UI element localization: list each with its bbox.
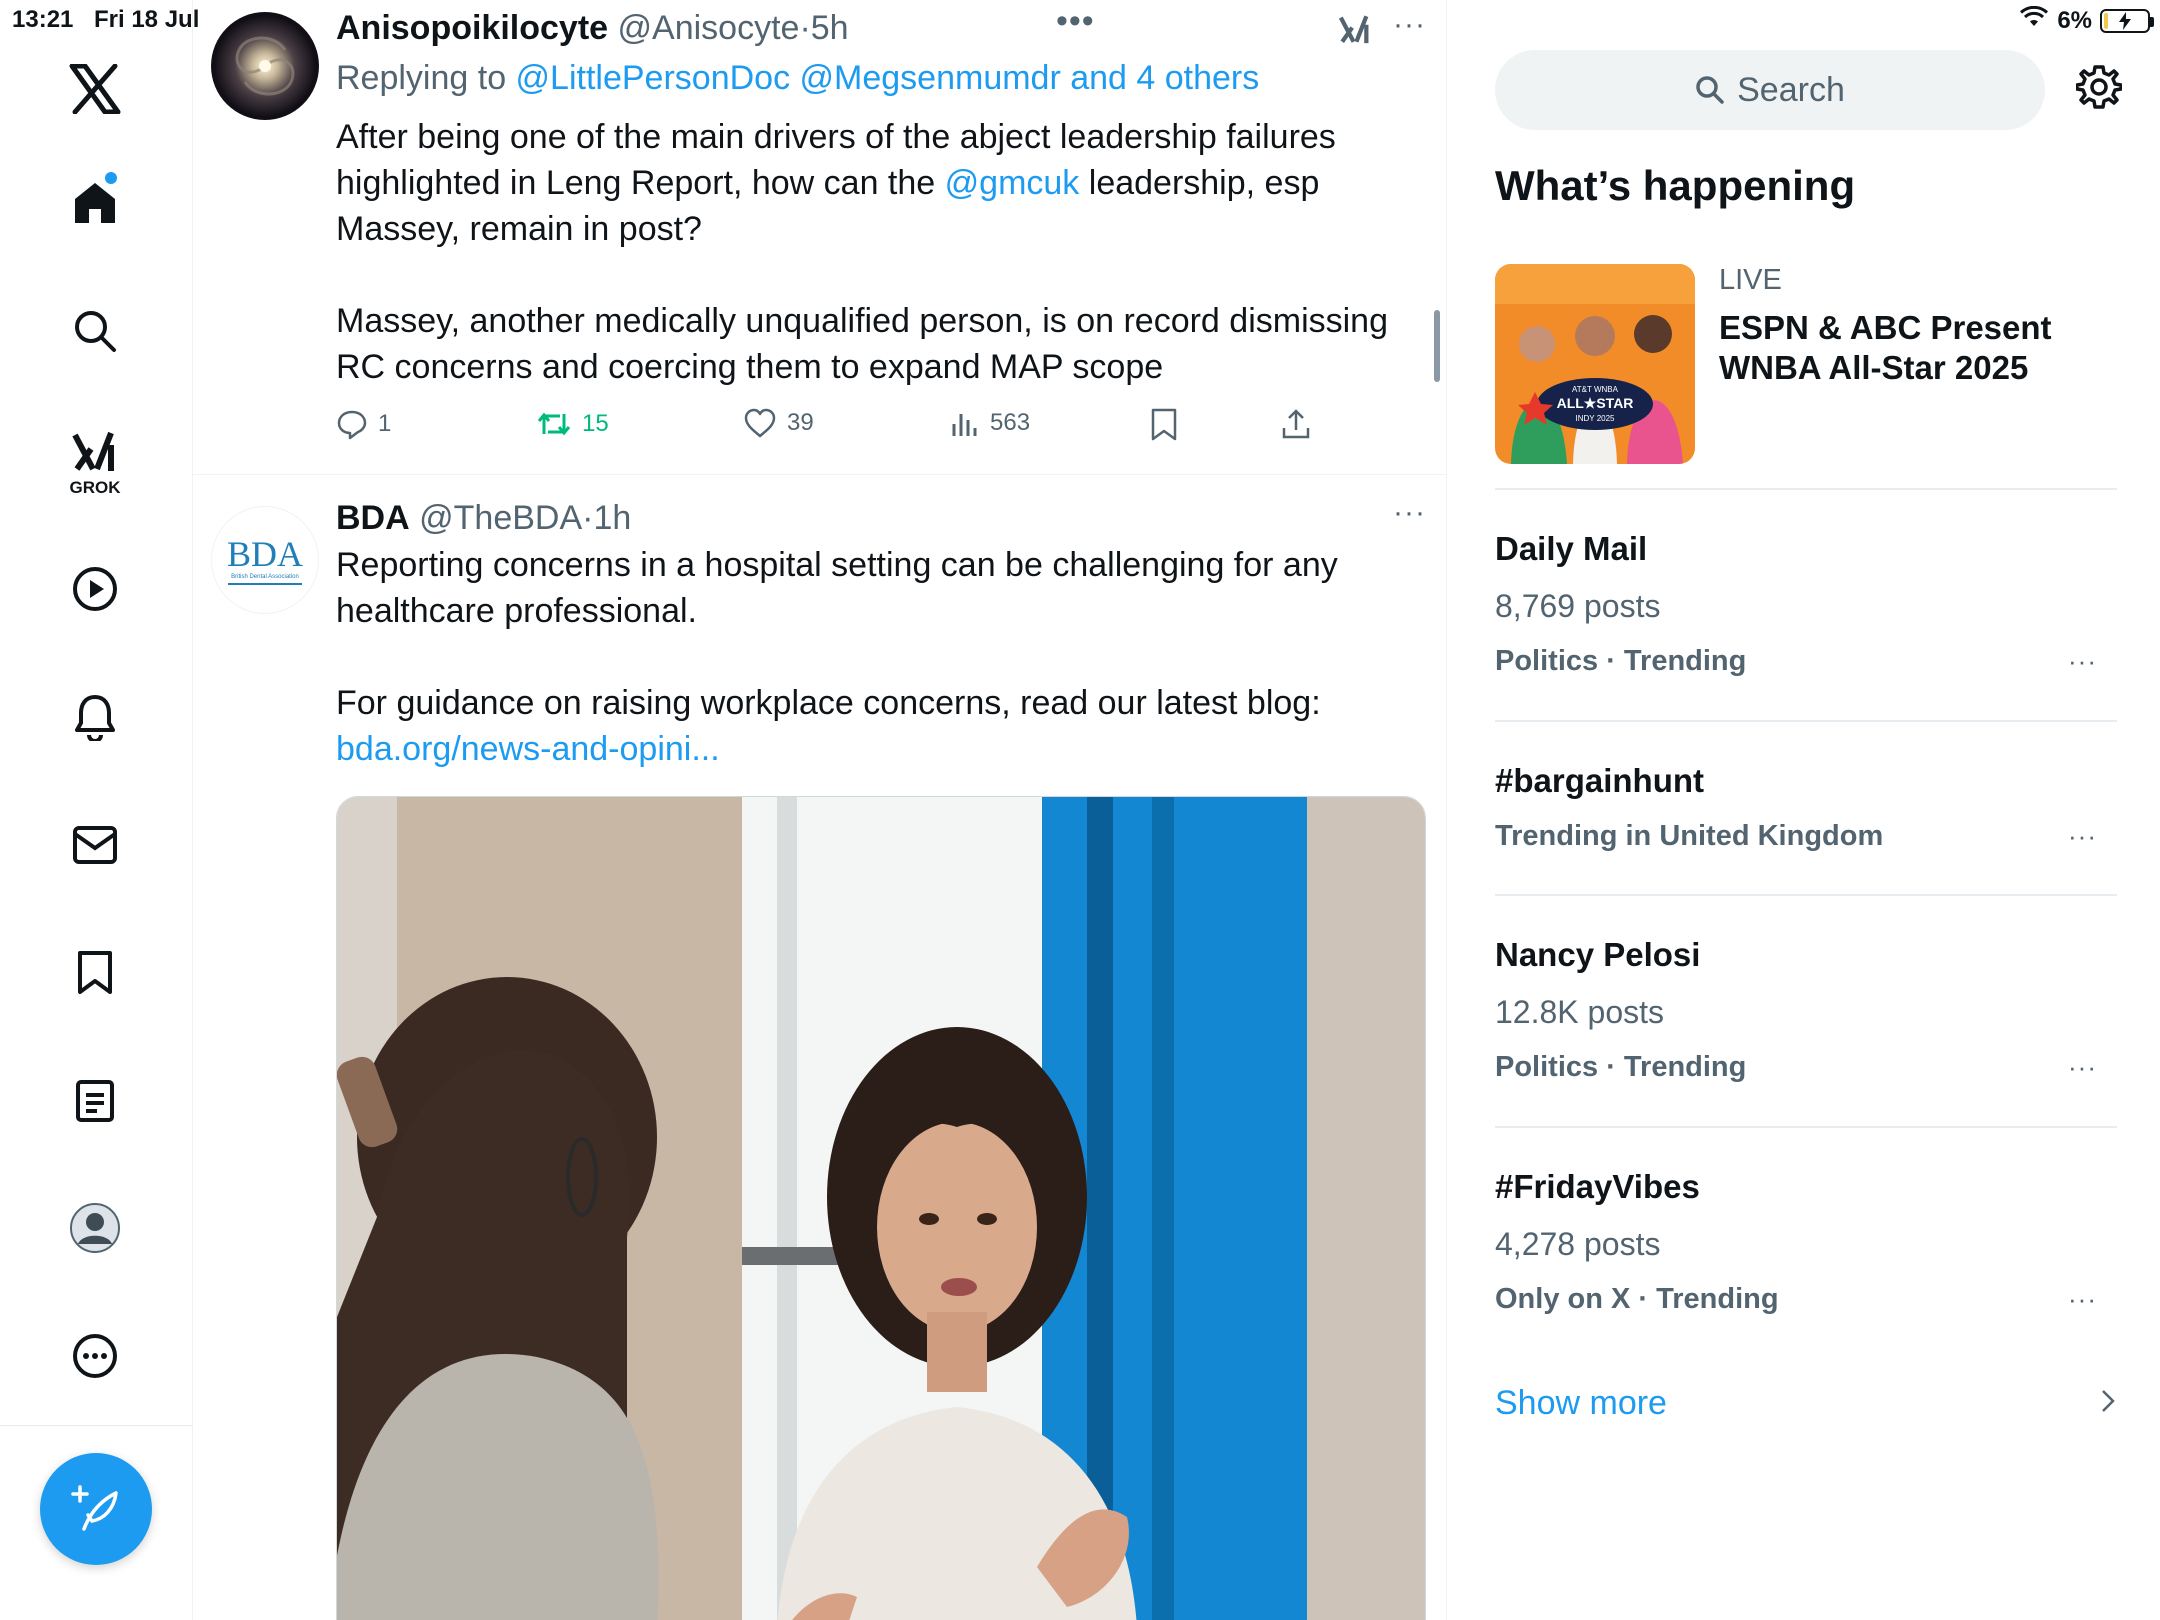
grok-tweet-icon[interactable] [1338, 12, 1372, 51]
reply-count: 1 [378, 410, 392, 437]
author-name[interactable]: BDA [336, 499, 410, 537]
trend-category: Politics · Trending [1495, 1051, 1747, 1083]
author-avatar[interactable] [211, 12, 319, 120]
settings-gear-icon[interactable] [2075, 64, 2123, 115]
live-badge-top: AT&T WNBA [1572, 385, 1619, 394]
right-sidebar: Search What’s happening AT&T WNBA ALL★ST… [1448, 0, 2160, 1620]
views-button[interactable]: 563 [950, 408, 1030, 438]
live-tag: LIVE [1719, 264, 1782, 296]
tweet-text-part: Massey, another medically unqualified pe… [336, 302, 1388, 386]
avatar-logo-subtext: British Dental Association [231, 573, 299, 580]
author-handle[interactable]: @TheBDA [419, 499, 582, 537]
share-icon [1282, 409, 1310, 439]
author-handle[interactable]: @Anisocyte [618, 9, 800, 47]
search-nav-icon[interactable] [62, 298, 128, 364]
home-icon[interactable] [62, 170, 128, 236]
author-name[interactable]: Anisopoikilocyte [336, 9, 608, 47]
trend-more-icon[interactable]: ··· [2068, 1284, 2097, 1315]
chevron-right-icon [2100, 1388, 2116, 1419]
tweet-text-part: Reporting concerns in a hospital setting… [336, 546, 1338, 630]
media-dots-icon: ••• [1056, 2, 1095, 40]
tweet-image[interactable] [336, 796, 1426, 1620]
like-count: 39 [787, 409, 814, 436]
tweet[interactable]: BDA British Dental Association BDA @TheB… [193, 476, 1446, 1620]
live-badge-mid: ALL★STAR [1557, 395, 1634, 411]
tweet-text-part: For guidance on raising workplace concer… [336, 684, 1321, 722]
trend-category: Only on X · Trending [1495, 1283, 1779, 1315]
whats-happening-title: What’s happening [1495, 162, 1856, 209]
lists-icon[interactable] [62, 1068, 128, 1134]
repost-button[interactable]: 15 [536, 408, 609, 440]
trend-name[interactable]: #bargainhunt [1495, 762, 1704, 800]
more-options-icon[interactable] [62, 1323, 128, 1389]
divider [1495, 1126, 2117, 1128]
view-count: 563 [990, 409, 1031, 436]
nav-divider [0, 1425, 193, 1426]
reply-icon [337, 410, 367, 440]
blog-link[interactable]: bda.org/news-and-opini... [336, 726, 1429, 772]
search-icon [1696, 76, 1724, 104]
search-input[interactable]: Search [1495, 50, 2045, 130]
post-time[interactable]: 5h [811, 9, 849, 47]
share-button[interactable] [1280, 408, 1312, 440]
trend-count: 12.8K posts [1495, 994, 1664, 1030]
post-time[interactable]: 1h [593, 499, 631, 537]
author-avatar[interactable]: BDA British Dental Association [211, 506, 319, 614]
divider [1495, 488, 2117, 490]
trend-name[interactable]: Daily Mail [1495, 530, 1647, 568]
left-navigation: GROK [0, 0, 193, 1620]
repost-icon [537, 412, 571, 436]
show-more-link[interactable]: Show more [1495, 1384, 1667, 1423]
trend-more-icon[interactable]: ··· [2068, 821, 2097, 852]
tweet-text: After being one of the main drivers of t… [336, 114, 1429, 390]
notifications-icon[interactable] [62, 684, 128, 750]
trend-count: 4,278 posts [1495, 1226, 1661, 1262]
tweet-text: Reporting concerns in a hospital setting… [336, 542, 1429, 772]
trend-more-icon[interactable]: ··· [2068, 646, 2097, 677]
mention-link[interactable]: @gmcuk [945, 164, 1080, 202]
live-event-image[interactable]: AT&T WNBA ALL★STAR INDY 2025 [1495, 264, 1695, 464]
reply-button[interactable]: 1 [336, 408, 391, 440]
views-icon [952, 414, 977, 436]
bookmark-button[interactable] [1150, 408, 1178, 442]
grok-icon[interactable] [62, 418, 128, 484]
compose-post-button[interactable] [40, 1453, 152, 1565]
tweet[interactable]: Anisopoikilocyte @Anisocyte·5h Replying … [193, 0, 1446, 475]
home-notification-dot [105, 172, 117, 184]
repost-count: 15 [582, 410, 609, 437]
messages-icon[interactable] [62, 812, 128, 878]
tweet-header: Anisopoikilocyte @Anisocyte·5h [336, 6, 1429, 50]
separator-dot: · [799, 9, 811, 47]
like-button[interactable]: 39 [743, 408, 814, 438]
trend-category: Politics · Trending [1495, 645, 1747, 677]
bookmark-icon [1151, 408, 1177, 441]
replying-to: Replying to @LittlePersonDoc @Megsenmumd… [336, 56, 1429, 100]
trend-count: 8,769 posts [1495, 588, 1661, 624]
tweet-more-icon[interactable]: ··· [1393, 496, 1426, 530]
scrollbar[interactable] [1434, 310, 1440, 382]
divider [1495, 720, 2117, 722]
search-placeholder: Search [1737, 70, 1845, 109]
trend-name[interactable]: #FridayVibes [1495, 1168, 1700, 1206]
timeline: Anisopoikilocyte @Anisocyte·5h Replying … [193, 0, 1447, 1620]
divider [1495, 894, 2117, 896]
tweet-more-icon[interactable]: ··· [1393, 8, 1426, 42]
heart-icon [744, 408, 776, 438]
separator-dot: · [582, 499, 594, 537]
video-icon[interactable] [62, 556, 128, 622]
replying-to-label: Replying to [336, 59, 516, 97]
replying-to-users[interactable]: @LittlePersonDoc @Megsenmumdr and 4 othe… [516, 59, 1260, 97]
feather-plus-icon [71, 1485, 118, 1531]
trend-more-icon[interactable]: ··· [2068, 1052, 2097, 1083]
grok-label: GROK [69, 478, 121, 497]
live-event-title[interactable]: ESPN & ABC Present WNBA All-Star 2025 [1719, 308, 2119, 388]
profile-avatar-icon[interactable] [62, 1195, 128, 1261]
live-badge-bot: INDY 2025 [1576, 414, 1616, 423]
trend-name[interactable]: Nancy Pelosi [1495, 936, 1700, 974]
tweet-header: BDA @TheBDA·1h [336, 496, 1429, 540]
trend-category: Trending in United Kingdom [1495, 820, 1884, 852]
x-logo-icon[interactable] [62, 56, 128, 122]
avatar-logo-text: BDA [226, 533, 303, 574]
bookmarks-icon[interactable] [62, 940, 128, 1006]
